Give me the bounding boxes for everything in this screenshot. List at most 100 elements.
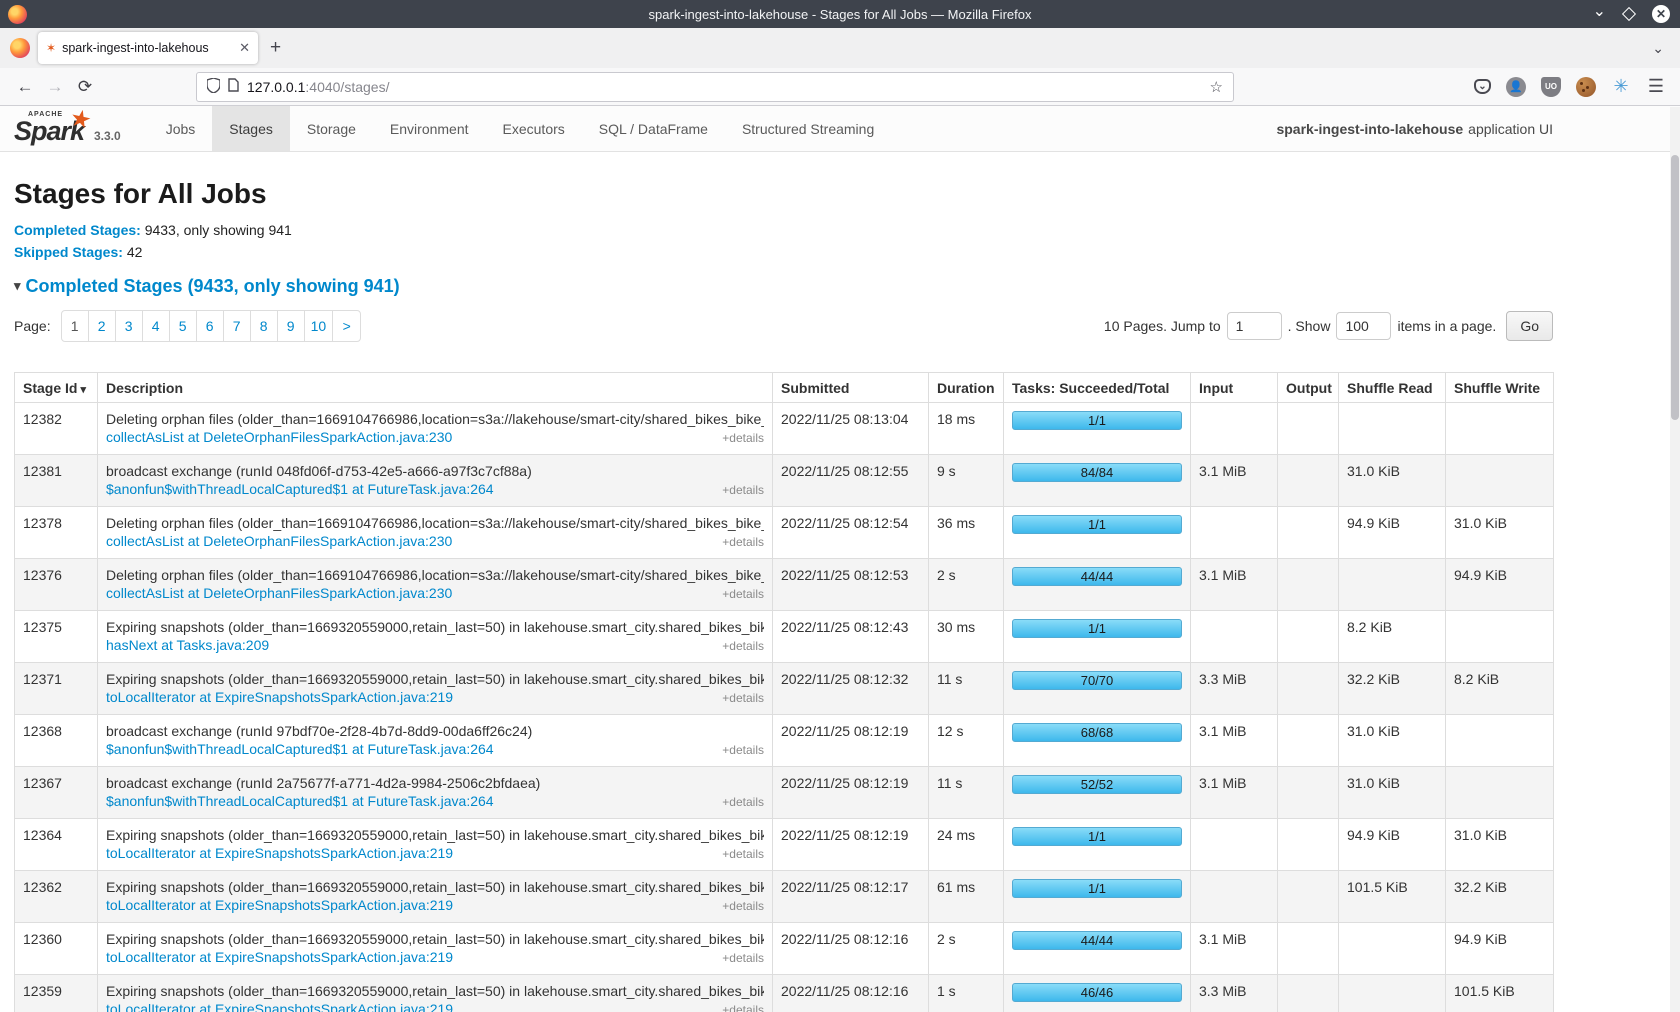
details-toggle[interactable]: +details (722, 587, 764, 601)
page-button[interactable]: > (333, 311, 360, 341)
back-icon[interactable]: ← (10, 77, 40, 97)
submitted-cell: 2022/11/25 08:12:32 (773, 663, 929, 715)
duration-cell: 11 s (929, 663, 1004, 715)
nav-tab[interactable]: Storage (290, 106, 373, 151)
shield-icon[interactable] (207, 78, 220, 96)
details-toggle[interactable]: +details (722, 691, 764, 705)
ublock-shield-icon[interactable]: UO (1541, 77, 1561, 97)
shuffle-write-cell (1446, 455, 1554, 507)
shuffle-read-cell: 31.0 KiB (1339, 715, 1446, 767)
page-button[interactable]: 5 (170, 311, 197, 341)
nav-tab[interactable]: Structured Streaming (725, 106, 891, 151)
details-toggle[interactable]: +details (722, 431, 764, 445)
stage-detail-link[interactable]: toLocalIterator at ExpireSnapshotsSparkA… (106, 845, 453, 861)
reload-icon[interactable]: ⟳ (70, 77, 100, 97)
hamburger-menu-icon[interactable]: ☰ (1646, 77, 1666, 97)
nav-tab[interactable]: Jobs (149, 106, 213, 151)
stage-description: Expiring snapshots (older_than=166932055… (106, 927, 764, 947)
stage-detail-link[interactable]: $anonfun$withThreadLocalCaptured$1 at Fu… (106, 481, 494, 497)
tasks-progress-bar: 70/70 (1012, 671, 1182, 690)
details-toggle[interactable]: +details (722, 1003, 764, 1012)
cookie-extension-icon[interactable] (1576, 77, 1596, 97)
skipped-stages-value: 42 (127, 244, 143, 260)
details-toggle[interactable]: +details (722, 743, 764, 757)
column-header[interactable]: Stage Id▾ (15, 373, 98, 403)
maximize-icon[interactable] (1622, 7, 1636, 21)
pocket-icon[interactable]: ⌄ (1474, 79, 1491, 94)
stage-detail-link[interactable]: hasNext at Tasks.java:209 (106, 637, 269, 653)
page-button[interactable]: 9 (278, 311, 305, 341)
minimize-icon[interactable]: ⌄ (1593, 4, 1606, 20)
column-header[interactable]: Output (1278, 373, 1339, 403)
stages-table-body: 12382 Deleting orphan files (older_than=… (15, 403, 1554, 1012)
column-header[interactable]: Tasks: Succeeded/Total (1004, 373, 1191, 403)
extension-asterisk-icon[interactable]: ✳ (1611, 77, 1631, 97)
stage-id-cell: 12360 (15, 923, 98, 975)
page-button[interactable]: 6 (197, 311, 224, 341)
tasks-progress-bar: 1/1 (1012, 515, 1182, 534)
stage-detail-link[interactable]: toLocalIterator at ExpireSnapshotsSparkA… (106, 689, 453, 705)
spark-star-icon: ★ (68, 103, 95, 136)
forward-icon[interactable]: → (40, 77, 70, 97)
page-button[interactable]: 3 (116, 311, 143, 341)
page-button[interactable]: 1 (62, 311, 89, 341)
stage-detail-link[interactable]: toLocalIterator at ExpireSnapshotsSparkA… (106, 897, 453, 913)
nav-tab[interactable]: Stages (212, 106, 290, 151)
spark-logo[interactable]: APACHE Spark ★ 3.3.0 (0, 106, 131, 151)
column-header[interactable]: Submitted (773, 373, 929, 403)
description-cell: broadcast exchange (runId 2a75677f-a771-… (98, 767, 773, 819)
page-button[interactable]: 2 (89, 311, 116, 341)
go-button[interactable]: Go (1506, 311, 1553, 341)
input-cell: 3.1 MiB (1191, 923, 1278, 975)
nav-tab[interactable]: SQL / DataFrame (582, 106, 725, 151)
page-button[interactable]: 10 (305, 311, 334, 341)
duration-cell: 30 ms (929, 611, 1004, 663)
new-tab-button[interactable]: + (270, 37, 281, 59)
page-button[interactable]: 7 (224, 311, 251, 341)
tab-overflow-chevron-icon[interactable]: ⌄ (1652, 40, 1664, 57)
browser-tab[interactable]: ✶ spark-ingest-into-lakehous ✕ (38, 32, 258, 64)
column-header[interactable]: Duration (929, 373, 1004, 403)
details-toggle[interactable]: +details (722, 951, 764, 965)
description-cell: Deleting orphan files (older_than=166910… (98, 403, 773, 455)
stage-detail-link[interactable]: $anonfun$withThreadLocalCaptured$1 at Fu… (106, 793, 494, 809)
details-toggle[interactable]: +details (722, 639, 764, 653)
stage-detail-link[interactable]: collectAsList at DeleteOrphanFilesSparkA… (106, 585, 452, 601)
details-toggle[interactable]: +details (722, 899, 764, 913)
firefox-icon[interactable] (10, 38, 30, 58)
page-button[interactable]: 8 (251, 311, 278, 341)
sort-desc-icon: ▾ (80, 384, 86, 396)
account-icon[interactable]: 👤 (1506, 77, 1526, 97)
details-toggle[interactable]: +details (722, 535, 764, 549)
stage-detail-link[interactable]: collectAsList at DeleteOrphanFilesSparkA… (106, 533, 452, 549)
details-toggle[interactable]: +details (722, 847, 764, 861)
details-toggle[interactable]: +details (722, 795, 764, 809)
stage-id-cell: 12359 (15, 975, 98, 1012)
stage-id-cell: 12364 (15, 819, 98, 871)
tab-close-icon[interactable]: ✕ (239, 40, 250, 56)
tasks-count: 1/1 (1013, 517, 1181, 532)
stage-detail-link[interactable]: toLocalIterator at ExpireSnapshotsSparkA… (106, 949, 453, 965)
stage-detail-link[interactable]: toLocalIterator at ExpireSnapshotsSparkA… (106, 1001, 453, 1012)
column-header[interactable]: Shuffle Read (1339, 373, 1446, 403)
scrollbar-thumb[interactable] (1671, 155, 1679, 420)
close-icon[interactable]: ✕ (1652, 5, 1670, 23)
page-info-icon[interactable] (228, 78, 239, 95)
bookmark-star-icon[interactable]: ☆ (1210, 78, 1223, 96)
column-header[interactable]: Input (1191, 373, 1278, 403)
nav-tab[interactable]: Environment (373, 106, 486, 151)
completed-stages-section-toggle[interactable]: ▾Completed Stages (9433, only showing 94… (14, 276, 1553, 297)
items-per-page-input[interactable] (1336, 312, 1391, 340)
column-header[interactable]: Shuffle Write (1446, 373, 1554, 403)
jump-to-input[interactable] (1227, 312, 1282, 340)
details-toggle[interactable]: +details (722, 483, 764, 497)
stage-detail-link[interactable]: $anonfun$withThreadLocalCaptured$1 at Fu… (106, 741, 494, 757)
page-button[interactable]: 4 (143, 311, 170, 341)
stage-description: Deleting orphan files (older_than=166910… (106, 407, 764, 427)
nav-tab[interactable]: Executors (486, 106, 582, 151)
table-header-row: Stage Id▾ Description Submitted Duration… (15, 373, 1554, 403)
description-cell: Expiring snapshots (older_than=166932055… (98, 663, 773, 715)
column-header[interactable]: Description (98, 373, 773, 403)
stage-detail-link[interactable]: collectAsList at DeleteOrphanFilesSparkA… (106, 429, 452, 445)
url-input[interactable]: 127.0.0.1:4040/stages/ ☆ (196, 72, 1234, 102)
